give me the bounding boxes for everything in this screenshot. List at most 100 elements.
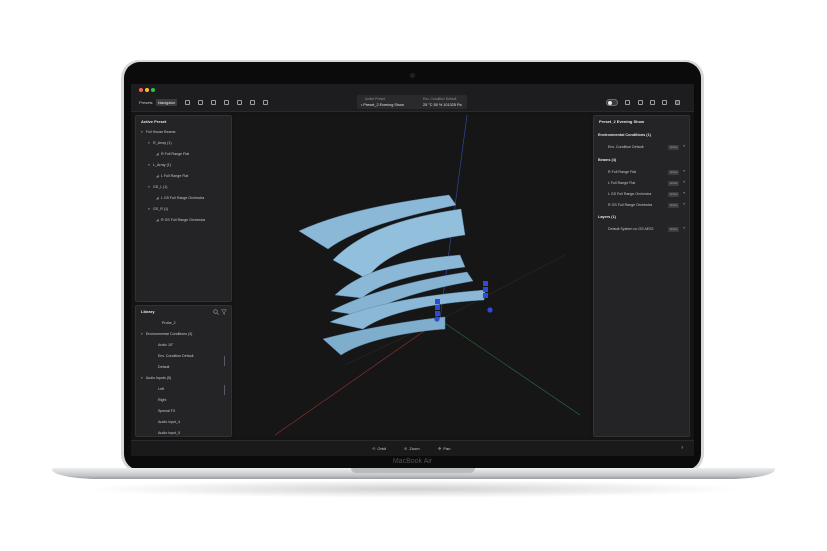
close-window-button[interactable] (139, 88, 143, 92)
speaker-group-right[interactable] (483, 281, 493, 313)
zoom-button[interactable]: ⊕ Zoom (404, 446, 420, 451)
library-item[interactable]: Probe_2 (158, 319, 176, 327)
lock-icon (224, 356, 225, 366)
tree-item[interactable]: ◢ L Full Range Flat (156, 172, 188, 180)
speaker-box[interactable] (434, 316, 440, 322)
pan-button[interactable]: ✥ Pan (438, 446, 450, 451)
beam-icon: ◢ (156, 152, 159, 156)
screen-tool-icon[interactable] (224, 100, 229, 105)
preset-item[interactable]: R Full Range Flat (608, 168, 636, 176)
speaker-box[interactable] (483, 287, 488, 292)
filter-icon[interactable] (221, 309, 227, 315)
tab-navigator[interactable]: Navigator (156, 99, 178, 106)
scene-canvas[interactable] (235, 114, 590, 437)
chevron-down-icon[interactable]: ▾ (683, 202, 685, 206)
lock-icon (224, 385, 225, 395)
preset-status-box[interactable]: Active Preset • Preset_2 Evening Show En… (357, 95, 467, 109)
chevron-down-icon[interactable]: ▾ (683, 180, 685, 184)
tree-item[interactable]: ◢ L GS Full Range Orchestra (156, 194, 204, 202)
tree-item[interactable]: ◢ R GS Full Range Orchestra (156, 216, 205, 224)
tree-item-label: GS_R (1) (153, 207, 169, 211)
select-tool-icon[interactable] (185, 100, 190, 105)
speaker-tool-icon[interactable] (250, 100, 255, 105)
library-item-label: Env. Condition Default (158, 354, 194, 358)
chevron-down-icon[interactable]: ▾ (683, 169, 685, 173)
tree-item[interactable]: ▾ GS_L (1) (148, 183, 167, 191)
orbit-button[interactable]: ⟲ Orbit (372, 446, 386, 451)
preset-item[interactable]: R GS Full Range Orchestra (608, 201, 652, 209)
play-icon[interactable] (625, 100, 630, 105)
library-item[interactable]: Left (158, 385, 164, 393)
tree-item[interactable]: ▾ GS_R (1) (148, 205, 168, 213)
device-label: MacBook Air (392, 458, 433, 465)
library-item[interactable]: Env. Condition Default (158, 352, 194, 360)
preset-item-label: R GS Full Range Orchestra (608, 203, 652, 207)
library-item-label: Probe_2 (162, 321, 176, 325)
tree-chevron-icon: ▾ (141, 332, 143, 336)
lock-tool-icon[interactable] (237, 100, 242, 105)
zoom-window-button[interactable] (151, 88, 155, 92)
tree-item-label: L Full Range Flat (161, 174, 189, 178)
camera-icon (410, 73, 415, 78)
library-item-label: Right (158, 398, 167, 402)
speaker-box[interactable] (435, 299, 440, 304)
preset-title: Preset_2 Evening Show (599, 119, 645, 124)
panel-toggle-icon[interactable] (675, 100, 680, 105)
laptop-shadow (80, 480, 747, 498)
section-header[interactable]: Beams (4) (598, 158, 616, 162)
chevron-down-icon[interactable]: ▾ (683, 191, 685, 195)
display-toggle[interactable] (606, 99, 618, 106)
section-header[interactable]: Environmental Conditions (1) (598, 133, 651, 137)
beam-icon: ◢ (156, 196, 159, 200)
library-item[interactable]: ▾ Environmental Conditions (3) (141, 330, 192, 338)
3d-viewport[interactable] (235, 114, 590, 437)
library-item-label: Special FX (158, 409, 176, 413)
tab-presets[interactable]: Presets (137, 99, 155, 106)
library-item[interactable]: Audio Input_5 (158, 429, 180, 437)
preset-item[interactable]: L GS Full Range Orchestra (608, 190, 651, 198)
speaker-box[interactable] (435, 305, 440, 310)
active-preset-value: • Preset_2 Evening Show (361, 103, 404, 107)
tree-chevron-icon: ▾ (148, 185, 150, 189)
preset-item-label: Env. Condition Default (608, 145, 644, 149)
tree-item-label: R_Array (1) (153, 141, 172, 145)
speaker-box[interactable] (483, 293, 488, 298)
library-item[interactable]: Right (158, 396, 166, 404)
orbit-icon: ⟲ (372, 446, 376, 451)
help-icon[interactable]: ? (681, 445, 683, 450)
copy-tool-icon[interactable] (198, 100, 203, 105)
library-item[interactable]: Arctic 10° (158, 341, 173, 349)
library-item-label: Default (158, 365, 170, 369)
speaker-box[interactable] (483, 281, 488, 286)
stage: Presets Navigator Active Preset • Preset… (0, 0, 827, 551)
section-header[interactable]: Layers (1) (598, 215, 616, 219)
active-preset-panel: Active Preset ▾ Full House Beams ▾ R_Arr… (135, 115, 232, 302)
tree-item[interactable]: ▾ Full House Beams (141, 128, 175, 136)
tree-item-label: L GS Full Range Orchestra (161, 196, 205, 200)
beam-icon: ◢ (156, 218, 159, 222)
library-item[interactable]: Audio Input_4 (158, 418, 180, 426)
preset-item[interactable]: Default System no GS AES2 (608, 225, 654, 233)
chevron-down-icon[interactable]: ▾ (683, 144, 685, 148)
toolbar: Presets Navigator Active Preset • Preset… (131, 84, 694, 112)
speaker-box[interactable] (487, 307, 493, 313)
grid-icon[interactable] (638, 100, 643, 105)
tree-item[interactable]: ◢ R Full Range Flat (156, 150, 189, 158)
library-item[interactable]: Default (158, 363, 169, 371)
sliders-icon[interactable] (662, 100, 667, 105)
chevron-down-icon[interactable]: ▾ (683, 226, 685, 230)
measure-tool-icon[interactable] (263, 100, 268, 105)
preset-item[interactable]: L Full Range Flat (608, 179, 635, 187)
minimize-window-button[interactable] (145, 88, 149, 92)
orbit-label: Orbit (377, 446, 387, 451)
library-item[interactable]: ▾ Audio Inputs (5) (141, 374, 171, 382)
zoom-label: Zoom (409, 446, 420, 451)
tree-item[interactable]: ▾ R_Array (1) (148, 139, 172, 147)
speaker-group-left[interactable] (434, 299, 440, 322)
layout-tool-icon[interactable] (211, 100, 216, 105)
settings-icon[interactable] (650, 100, 655, 105)
search-icon[interactable] (213, 309, 219, 315)
tree-item[interactable]: ▾ L_Array (1) (148, 161, 171, 169)
speaker-box[interactable] (435, 311, 440, 316)
library-item[interactable]: Special FX (158, 407, 175, 415)
